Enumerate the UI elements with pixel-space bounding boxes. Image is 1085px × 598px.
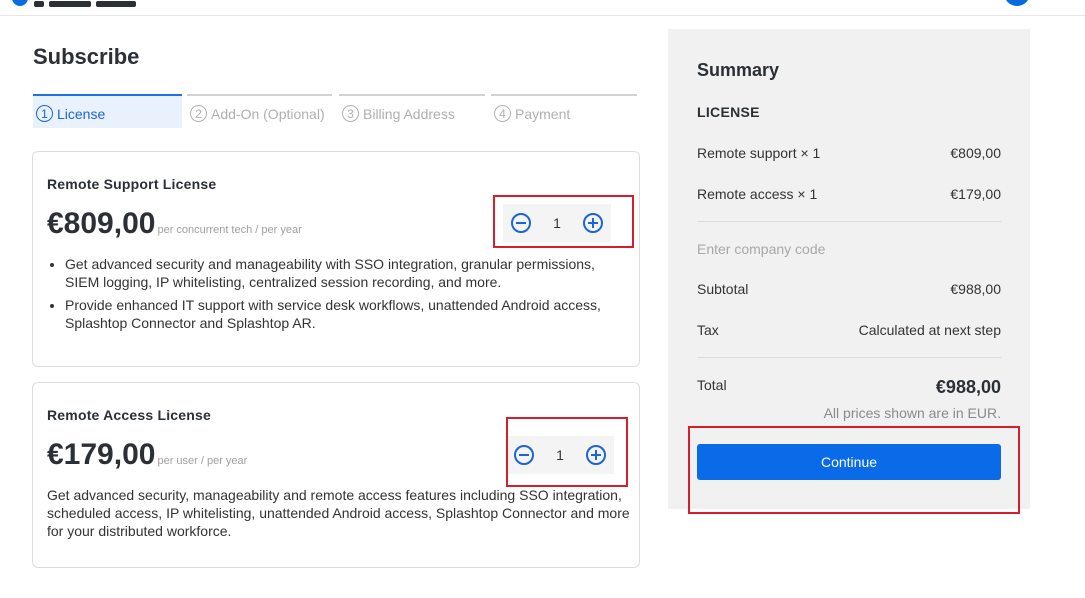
feature-list: Get advanced security and manageability … (65, 255, 631, 337)
top-bar (0, 0, 1085, 16)
license-name: Remote Access License (47, 407, 211, 423)
subtotal-amount: €988,00 (950, 281, 1001, 297)
step-license[interactable]: 1 License (33, 94, 182, 128)
divider (697, 357, 1001, 358)
line-item-label: Remote access × 1 (697, 186, 818, 202)
line-item-label: Remote support × 1 (697, 145, 821, 161)
total-row: Total €988,00 (697, 377, 1001, 398)
step-add-on[interactable]: 2 Add-On (Optional) (187, 94, 332, 128)
license-price: €179,00 per user / per year (47, 438, 248, 471)
license-name: Remote Support License (47, 176, 217, 192)
avatar[interactable] (1004, 0, 1030, 6)
license-price: €809,00 per concurrent tech / per year (47, 207, 302, 240)
price-unit: per concurrent tech / per year (157, 224, 302, 236)
logo-icon[interactable] (12, 0, 28, 6)
summary-section-label: LICENSE (697, 104, 760, 120)
subtotal-row: Subtotal €988,00 (697, 281, 1001, 297)
total-amount: €988,00 (935, 377, 1001, 397)
step-label: Billing Address (363, 105, 455, 122)
line-item-amount: €809,00 (950, 145, 1001, 161)
step-number: 4 (494, 105, 511, 122)
feature-item: Get advanced security and manageability … (65, 255, 631, 291)
total-label: Total (697, 377, 727, 393)
step-payment[interactable]: 4 Payment (491, 94, 637, 128)
summary-line-item: Remote support × 1 €809,00 (697, 145, 1001, 161)
step-number: 2 (190, 105, 207, 122)
tax-label: Tax (697, 322, 719, 338)
summary-line-item: Remote access × 1 €179,00 (697, 186, 1001, 202)
step-label: Payment (515, 105, 571, 122)
highlight-box (688, 426, 1020, 514)
line-item-amount: €179,00 (950, 186, 1001, 202)
summary-title: Summary (697, 60, 780, 80)
license-description: Get advanced security, manageability and… (47, 487, 630, 539)
feature-item: Provide enhanced IT support with service… (65, 296, 631, 332)
tax-row: Tax Calculated at next step (697, 322, 1001, 338)
logo-wordmark (34, 0, 164, 7)
checkout-steps: 1 License 2 Add-On (Optional) 3 Billing Add… (33, 94, 637, 128)
step-number: 1 (36, 105, 53, 122)
subtotal-label: Subtotal (697, 281, 749, 297)
step-billing-address[interactable]: 3 Billing Address (339, 94, 485, 128)
page-title: Subscribe (33, 44, 140, 69)
highlight-box (506, 417, 628, 487)
divider (697, 221, 1001, 222)
license-card-remote-support: Remote Support License €809,00 per concur… (32, 151, 640, 367)
price-unit: per user / per year (157, 455, 248, 467)
step-label: License (57, 105, 106, 122)
highlight-box (493, 195, 634, 248)
currency-note: All prices shown are in EUR. (823, 405, 1001, 421)
company-code-field[interactable]: Enter company code (697, 241, 825, 257)
tax-amount: Calculated at next step (858, 322, 1001, 338)
step-number: 3 (342, 105, 359, 122)
step-label: Add-On (Optional) (211, 105, 325, 122)
